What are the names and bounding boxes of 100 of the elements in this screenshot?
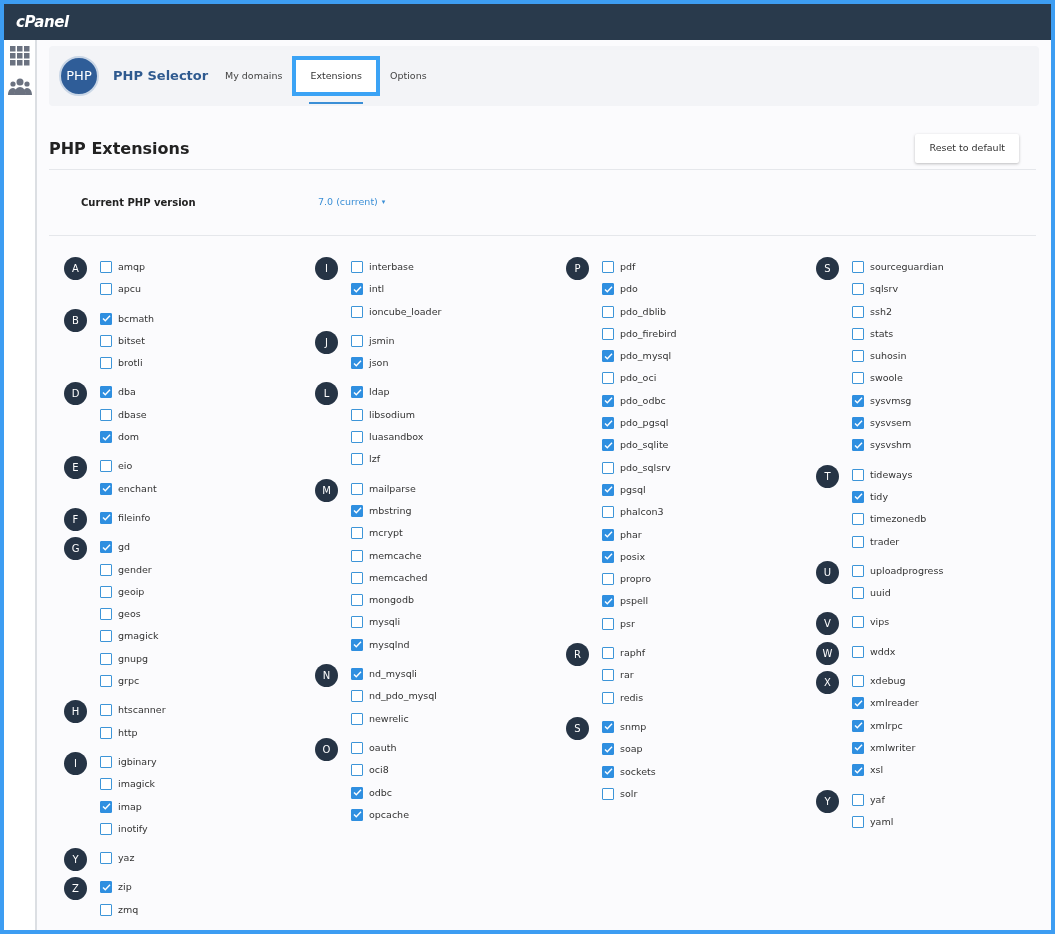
checkbox[interactable] [852, 327, 864, 340]
checkbox[interactable] [100, 334, 112, 347]
checkbox[interactable] [100, 511, 112, 524]
checkbox[interactable] [852, 468, 864, 481]
checkbox[interactable] [602, 327, 614, 340]
checkbox[interactable] [351, 690, 363, 703]
checkbox[interactable] [351, 334, 363, 347]
checkbox[interactable] [602, 439, 614, 452]
checkbox[interactable] [602, 787, 614, 800]
checkbox[interactable] [602, 743, 614, 756]
tab[interactable]: My domains [221, 56, 287, 96]
checkbox[interactable] [100, 903, 112, 916]
checkbox[interactable] [852, 305, 864, 318]
checkbox[interactable] [852, 261, 864, 273]
checkbox[interactable] [852, 719, 864, 732]
checkbox[interactable] [351, 482, 363, 495]
checkbox[interactable] [351, 504, 363, 517]
checkbox[interactable] [852, 587, 864, 600]
checkbox[interactable] [602, 617, 614, 630]
checkbox[interactable] [351, 283, 363, 296]
checkbox[interactable] [351, 786, 363, 799]
checkbox[interactable] [100, 431, 112, 444]
checkbox[interactable] [852, 350, 864, 363]
grid-icon[interactable] [9, 46, 30, 66]
checkbox[interactable] [100, 482, 112, 495]
checkbox[interactable] [852, 675, 864, 688]
checkbox[interactable] [852, 283, 864, 296]
checkbox[interactable] [351, 386, 363, 399]
checkbox[interactable] [100, 585, 112, 598]
checkbox[interactable] [602, 669, 614, 682]
checkbox[interactable] [852, 372, 864, 385]
checkbox[interactable] [100, 822, 112, 835]
checkbox[interactable] [852, 564, 864, 577]
checkbox[interactable] [351, 305, 363, 318]
checkbox[interactable] [602, 595, 614, 608]
checkbox[interactable] [100, 852, 112, 865]
checkbox[interactable] [100, 652, 112, 665]
checkbox[interactable] [100, 608, 112, 621]
checkbox[interactable] [351, 808, 363, 821]
checkbox[interactable] [351, 764, 363, 777]
checkbox[interactable] [602, 483, 614, 496]
checkbox[interactable] [602, 506, 614, 519]
checkbox[interactable] [852, 645, 864, 658]
checkbox[interactable] [602, 283, 614, 296]
checkbox[interactable] [602, 765, 614, 778]
checkbox[interactable] [351, 261, 363, 273]
checkbox[interactable] [602, 417, 614, 430]
checkbox[interactable] [351, 408, 363, 421]
checkbox[interactable] [602, 372, 614, 385]
checkbox[interactable] [100, 881, 112, 894]
checkbox[interactable] [852, 439, 864, 452]
checkbox[interactable] [852, 394, 864, 407]
checkbox[interactable] [100, 778, 112, 791]
reset-button[interactable]: Reset to default [915, 134, 1019, 163]
checkbox[interactable] [351, 549, 363, 562]
checkbox[interactable] [852, 616, 864, 629]
checkbox[interactable] [351, 712, 363, 725]
brand-logo[interactable]: cPanel [16, 10, 69, 34]
checkbox[interactable] [852, 513, 864, 526]
checkbox[interactable] [602, 528, 614, 541]
checkbox[interactable] [852, 764, 864, 777]
tab[interactable]: Options [385, 56, 431, 96]
checkbox[interactable] [602, 394, 614, 407]
checkbox[interactable] [852, 793, 864, 806]
checkbox[interactable] [852, 741, 864, 754]
users-icon[interactable] [7, 78, 32, 96]
checkbox[interactable] [100, 726, 112, 739]
checkbox[interactable] [602, 261, 614, 273]
checkbox[interactable] [100, 755, 112, 768]
checkbox[interactable] [602, 461, 614, 474]
checkbox[interactable] [602, 550, 614, 563]
checkbox[interactable] [100, 675, 112, 688]
checkbox[interactable] [351, 668, 363, 681]
checkbox[interactable] [100, 460, 112, 473]
checkbox[interactable] [602, 647, 614, 660]
checkbox[interactable] [100, 386, 112, 399]
checkbox[interactable] [100, 704, 112, 717]
checkbox[interactable] [351, 453, 363, 466]
checkbox[interactable] [100, 630, 112, 643]
checkbox[interactable] [351, 741, 363, 754]
checkbox[interactable] [351, 527, 363, 540]
checkbox[interactable] [100, 357, 112, 370]
checkbox[interactable] [351, 571, 363, 584]
checkbox[interactable] [852, 815, 864, 828]
checkbox[interactable] [852, 417, 864, 430]
checkbox[interactable] [100, 312, 112, 325]
checkbox[interactable] [852, 535, 864, 548]
checkbox[interactable] [852, 697, 864, 710]
checkbox[interactable] [100, 261, 112, 273]
checkbox[interactable] [351, 357, 363, 370]
checkbox[interactable] [100, 283, 112, 296]
checkbox[interactable] [351, 616, 363, 629]
checkbox[interactable] [351, 638, 363, 651]
checkbox[interactable] [852, 490, 864, 503]
checkbox[interactable] [602, 691, 614, 704]
checkbox[interactable] [100, 563, 112, 576]
checkbox[interactable] [602, 305, 614, 318]
checkbox[interactable] [602, 573, 614, 586]
checkbox[interactable] [100, 800, 112, 813]
checkbox[interactable] [100, 408, 112, 421]
